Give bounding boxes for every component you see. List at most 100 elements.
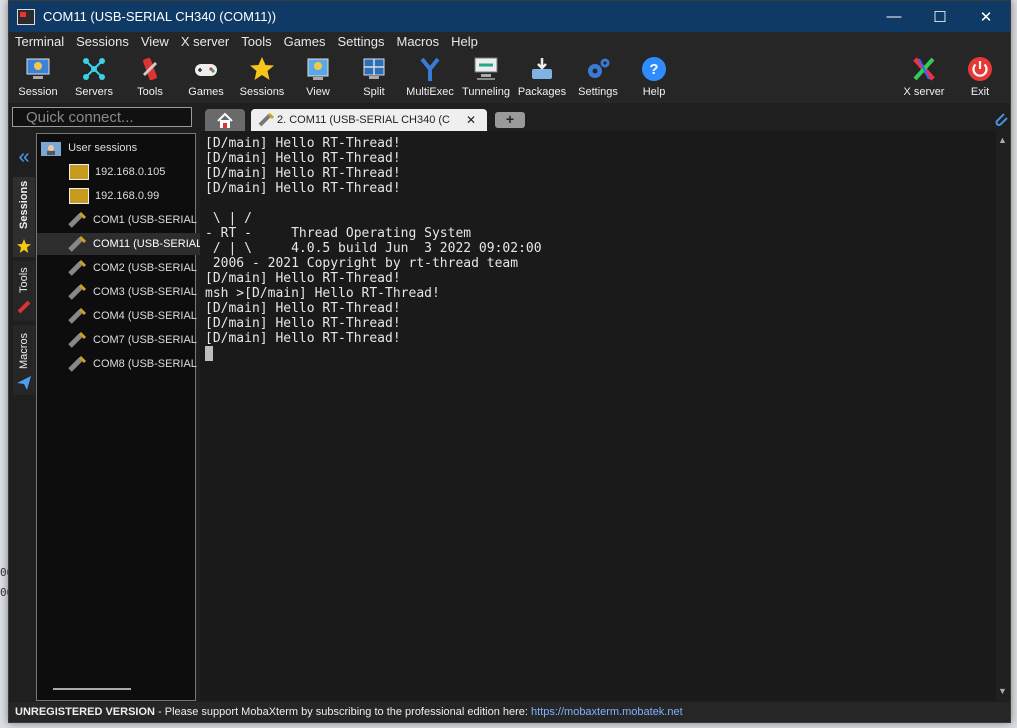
menu-x-server[interactable]: X server (175, 32, 235, 51)
session-item[interactable]: COM7 (USB-SERIAL (37, 329, 225, 351)
serial-plug-icon (68, 260, 87, 276)
horizontal-scrollbar[interactable] (53, 688, 131, 690)
star-icon (250, 57, 274, 80)
tab-bar: 2. COM11 (USB-SERIAL CH340 (C ✕ + (205, 105, 1010, 131)
terminal-line: [D/main] Hello RT-Thread! (205, 331, 401, 346)
mobaxterm-window: COM11 (USB-SERIAL CH340 (COM11)) — ☐ ✕ T… (8, 0, 1011, 723)
side-tab-macros[interactable]: Macros (13, 325, 35, 395)
packages-button[interactable]: Packages (514, 55, 570, 98)
help-button[interactable]: ? Help (626, 55, 682, 98)
help-icon: ? (642, 57, 666, 81)
tab-home[interactable] (205, 109, 245, 131)
session-item[interactable]: COM3 (USB-SERIAL (37, 281, 225, 303)
games-button[interactable]: Games (178, 55, 234, 98)
terminal-line: [D/main] Hello RT-Thread! (205, 166, 401, 181)
multiexec-icon (420, 57, 440, 81)
serial-plug-icon (68, 356, 87, 372)
tab-com11[interactable]: 2. COM11 (USB-SERIAL CH340 (C ✕ (251, 109, 487, 131)
svg-text:?: ? (649, 61, 658, 78)
home-icon (217, 112, 233, 128)
terminal-line: [D/main] Hello RT-Thread! (205, 316, 401, 331)
session-item-selected[interactable]: COM11 (USB-SERIAL (37, 233, 225, 255)
toolbar: Session Servers Tools Games Sessions Vie… (9, 51, 1010, 103)
star-icon (17, 239, 31, 253)
split-button[interactable]: Split (346, 55, 402, 98)
terminal-line: \ | / (205, 211, 252, 226)
serial-plug-icon (68, 236, 87, 252)
close-button[interactable]: ✕ (963, 1, 1009, 32)
terminal-line: [D/main] Hello RT-Thread! (205, 136, 401, 151)
sessions-tree: User sessions 192.168.0.105 192.168.0.99… (36, 133, 225, 701)
side-tab-tools[interactable]: Tools (13, 261, 35, 321)
scroll-up-arrow-icon[interactable]: ▲ (998, 135, 1007, 145)
session-item[interactable]: COM2 (USB-SERIAL (37, 257, 225, 279)
menu-tools[interactable]: Tools (235, 32, 277, 51)
menu-settings[interactable]: Settings (332, 32, 391, 51)
terminal-line: [D/main] Hello RT-Thread! (205, 181, 401, 196)
terminal-output[interactable]: [D/main] Hello RT-Thread! [D/main] Hello… (200, 131, 996, 701)
key-icon (69, 164, 89, 181)
sessions-root[interactable]: User sessions (37, 137, 195, 159)
terminal-line: / | \ 4.0.5 build Jun 3 2022 09:02:00 (205, 241, 542, 256)
menu-macros[interactable]: Macros (390, 32, 445, 51)
menu-games[interactable]: Games (278, 32, 332, 51)
power-icon (968, 57, 992, 81)
menu-view[interactable]: View (135, 32, 175, 51)
gear-icon (588, 58, 610, 78)
terminal-scrollbar[interactable]: ▲ ▼ (996, 131, 1009, 701)
quick-connect-input[interactable]: Quick connect... (12, 107, 192, 127)
menu-sessions[interactable]: Sessions (70, 32, 135, 51)
tools-button[interactable]: Tools (122, 55, 178, 98)
side-tab-sessions[interactable]: Sessions (13, 177, 35, 257)
exit-button[interactable]: Exit (952, 55, 1008, 98)
session-item[interactable]: 192.168.0.99 (37, 185, 225, 207)
tunneling-button[interactable]: Tunneling (458, 55, 514, 98)
sessions-button[interactable]: Sessions (234, 55, 290, 98)
scroll-down-arrow-icon[interactable]: ▼ (998, 686, 1007, 696)
collapse-sidebar-button[interactable]: « (13, 145, 35, 169)
view-button[interactable]: View (290, 55, 346, 98)
serial-plug-icon (68, 284, 87, 300)
user-folder-icon (41, 142, 61, 157)
terminal-line: 2006 - 2021 Copyright by rt-thread team (205, 256, 519, 271)
settings-button[interactable]: Settings (570, 55, 626, 98)
menu-help[interactable]: Help (445, 32, 484, 51)
window-title: COM11 (USB-SERIAL CH340 (COM11)) (43, 9, 277, 24)
tunneling-icon (474, 57, 498, 80)
x-server-button[interactable]: X server (896, 55, 952, 98)
status-bar: UNREGISTERED VERSION - Please support Mo… (9, 702, 1010, 722)
session-item[interactable]: COM8 (USB-SERIAL (37, 353, 225, 375)
terminal-line: - RT - Thread Operating System (205, 226, 472, 241)
session-item[interactable]: COM4 (USB-SERIAL (37, 305, 225, 327)
session-button[interactable]: Session (10, 55, 66, 98)
x-server-icon (913, 57, 935, 81)
paperclip-icon[interactable] (992, 110, 1010, 128)
terminal-line: [D/main] Hello RT-Thread! (205, 301, 401, 316)
minimize-button[interactable]: — (871, 1, 917, 32)
side-tab-strip: « Sessions Tools Macros (11, 133, 35, 398)
tab-label: 2. COM11 (USB-SERIAL CH340 (C (277, 114, 450, 126)
mobatek-link[interactable]: https://mobaxterm.mobatek.net (531, 706, 683, 718)
terminal-cursor (205, 346, 213, 361)
session-item[interactable]: COM1 (USB-SERIAL (37, 209, 225, 231)
serial-plug-icon (68, 332, 87, 348)
tools-icon (142, 57, 158, 81)
multiexec-button[interactable]: MultiExec (402, 55, 458, 98)
serial-plug-icon (68, 212, 87, 228)
tab-close-icon[interactable]: ✕ (466, 109, 476, 131)
terminal-line: [D/main] Hello RT-Thread! (205, 151, 401, 166)
terminal-line: [D/main] Hello RT-Thread! (205, 271, 401, 286)
title-bar: COM11 (USB-SERIAL CH340 (COM11)) — ☐ ✕ (9, 1, 1010, 32)
servers-icon (83, 58, 105, 80)
session-item[interactable]: 192.168.0.105 (37, 161, 225, 183)
serial-plug-icon (68, 308, 87, 324)
maximize-button[interactable]: ☐ (917, 1, 963, 32)
terminal-line: msh >[D/main] Hello RT-Thread! (205, 286, 440, 301)
split-icon (363, 58, 385, 79)
new-tab-button[interactable]: + (495, 112, 525, 128)
unregistered-label: UNREGISTERED VERSION (15, 706, 155, 718)
gamepad-icon (195, 64, 217, 76)
servers-button[interactable]: Servers (66, 55, 122, 98)
menu-terminal[interactable]: Terminal (9, 32, 70, 51)
serial-plug-icon (258, 112, 275, 127)
